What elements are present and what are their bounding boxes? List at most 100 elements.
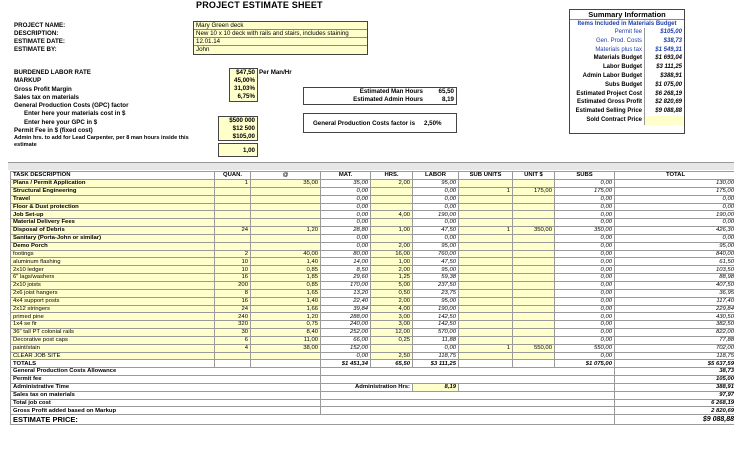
cell-sub-units[interactable] (458, 241, 513, 251)
cell-unit-price[interactable]: 550,00 (512, 343, 555, 353)
cell-sub-units[interactable] (458, 280, 513, 290)
cell-unit-cost[interactable]: 11,00 (250, 335, 321, 345)
cell-unit-cost[interactable] (250, 202, 321, 212)
cell-unit-cost[interactable] (250, 210, 321, 220)
cell-task[interactable]: paint/stain (10, 343, 215, 353)
cell-quan[interactable]: 6 (214, 335, 251, 345)
cell-unit-price[interactable] (512, 249, 555, 259)
cell-task[interactable]: 2x10 joists (10, 280, 215, 290)
cell-task[interactable]: 2x6 joist hangers (10, 288, 215, 298)
cell-unit-price[interactable]: 175,00 (512, 186, 555, 196)
estimate-date-field[interactable]: 12.01.14 (194, 38, 367, 46)
cell-unit-cost[interactable]: 1,66 (250, 304, 321, 314)
cell-hrs[interactable]: 5,00 (370, 280, 413, 290)
cell-unit-price[interactable] (512, 304, 555, 314)
cell-sub-units[interactable] (458, 179, 513, 188)
cell-unit-cost[interactable]: 38,00 (250, 343, 321, 353)
cell-hrs[interactable]: 1,00 (370, 226, 413, 235)
cell-hrs[interactable]: 1,00 (370, 257, 413, 267)
cell-quan[interactable] (214, 218, 251, 228)
cell-task[interactable]: CLEAR JOB SITE (10, 351, 215, 361)
cell-task[interactable]: Sanitary (Porta-John or similar) (10, 233, 215, 243)
cell-sub-units[interactable] (458, 194, 513, 204)
cell-unit-cost[interactable]: 35,00 (250, 179, 321, 188)
cell-sub-units[interactable] (458, 288, 513, 298)
cell-quan[interactable]: 24 (214, 226, 251, 235)
estimate-by-field[interactable]: John (194, 46, 367, 54)
cell-unit-cost[interactable]: 0,75 (250, 320, 321, 330)
cell-sub-units[interactable] (458, 304, 513, 314)
cell-hrs[interactable]: 2,00 (370, 265, 413, 275)
cell-unit-price[interactable] (512, 280, 555, 290)
cell-hrs[interactable]: 2,00 (370, 179, 413, 188)
cell-unit-price[interactable] (512, 328, 555, 337)
cell-unit-price[interactable] (512, 335, 555, 345)
cell-unit-cost[interactable]: 40,00 (250, 249, 321, 259)
admin-hrs-field[interactable]: 1,00 (219, 144, 257, 157)
sales-tax-field[interactable]: 6,75% (230, 93, 257, 101)
cell-hrs[interactable]: 2,50 (370, 351, 413, 361)
cell-hrs[interactable] (370, 343, 413, 353)
cell-hrs[interactable] (370, 218, 413, 228)
labor-rate-field[interactable]: $47,50 (230, 69, 257, 77)
cell-hrs[interactable] (370, 194, 413, 204)
project-name-field[interactable]: Mary Green deck (194, 22, 367, 30)
cell-task[interactable]: Disposal of Debris (10, 226, 215, 235)
cell-task[interactable]: 36" tall PT colonial rails (10, 328, 215, 337)
cell-quan[interactable]: 10 (214, 265, 251, 275)
cell-hrs[interactable] (370, 233, 413, 243)
cell-quan[interactable]: 2 (214, 249, 251, 259)
cell-task[interactable]: 2x12 stringers (10, 304, 215, 314)
cell-sub-units[interactable] (458, 328, 513, 337)
cell-hrs[interactable]: 12,00 (370, 328, 413, 337)
cell-sub-units[interactable] (458, 273, 513, 282)
cell-task[interactable]: 4x4 support posts (10, 296, 215, 306)
cell-quan[interactable]: 1 (214, 179, 251, 188)
cell-unit-cost[interactable]: 0,85 (250, 265, 321, 275)
cell-unit-cost[interactable]: 1,85 (250, 273, 321, 282)
cell-quan[interactable] (214, 351, 251, 361)
cell-sub-units[interactable] (458, 233, 513, 243)
cell-unit-cost[interactable]: 1,40 (250, 296, 321, 306)
cell-quan[interactable] (214, 186, 251, 196)
cell-task[interactable]: Decorative post caps (10, 335, 215, 345)
cell-unit-price[interactable] (512, 312, 555, 322)
cell-quan[interactable]: 16 (214, 273, 251, 282)
cell-hrs[interactable]: 2,00 (370, 296, 413, 306)
cell-sub-units[interactable]: 1 (458, 186, 513, 196)
materials-cost-field[interactable]: $500 000 (219, 117, 257, 125)
cell-quan[interactable]: 16 (214, 296, 251, 306)
cell-quan[interactable] (214, 210, 251, 220)
cell-task[interactable]: 2x10 ledger (10, 265, 215, 275)
cell-unit-price[interactable] (512, 218, 555, 228)
cell-unit-cost[interactable] (250, 218, 321, 228)
cell-task[interactable]: Travel (10, 194, 215, 204)
cell-unit-price[interactable] (512, 194, 555, 204)
cell-unit-cost[interactable]: 1,40 (250, 257, 321, 267)
cell-unit-cost[interactable] (250, 351, 321, 361)
cell-quan[interactable]: 240 (214, 312, 251, 322)
cell-unit-cost[interactable]: 8,40 (250, 328, 321, 337)
permit-fee-field[interactable]: $105,00 (219, 133, 257, 141)
cell-hrs[interactable]: 4,00 (370, 210, 413, 220)
cell-task[interactable]: Structural Engineering (10, 186, 215, 196)
cell-task[interactable]: Floor & Dust protection (10, 202, 215, 212)
cell-sub-units[interactable] (458, 296, 513, 306)
cell-task[interactable]: Material Delivery Fees (10, 218, 215, 228)
cell-sub-units[interactable] (458, 202, 513, 212)
cell-task[interactable]: Plans / Permit Application (10, 179, 215, 188)
cell-task[interactable]: 1x4 se fir (10, 320, 215, 330)
cell-hrs[interactable]: 1,25 (370, 273, 413, 282)
cell-quan[interactable]: 200 (214, 280, 251, 290)
cell-unit-cost[interactable]: 1,20 (250, 312, 321, 322)
cell-sub-units[interactable] (458, 320, 513, 330)
cell-sub-units[interactable]: 1 (458, 343, 513, 353)
cell-hrs[interactable] (370, 186, 413, 196)
cell-unit-price[interactable] (512, 265, 555, 275)
cell-sub-units[interactable] (458, 249, 513, 259)
cell-quan[interactable]: 30 (214, 328, 251, 337)
cell-unit-cost[interactable]: 1,65 (250, 288, 321, 298)
summary-value[interactable] (644, 115, 684, 125)
cell-quan[interactable]: 10 (214, 257, 251, 267)
cell-task[interactable]: footings (10, 249, 215, 259)
